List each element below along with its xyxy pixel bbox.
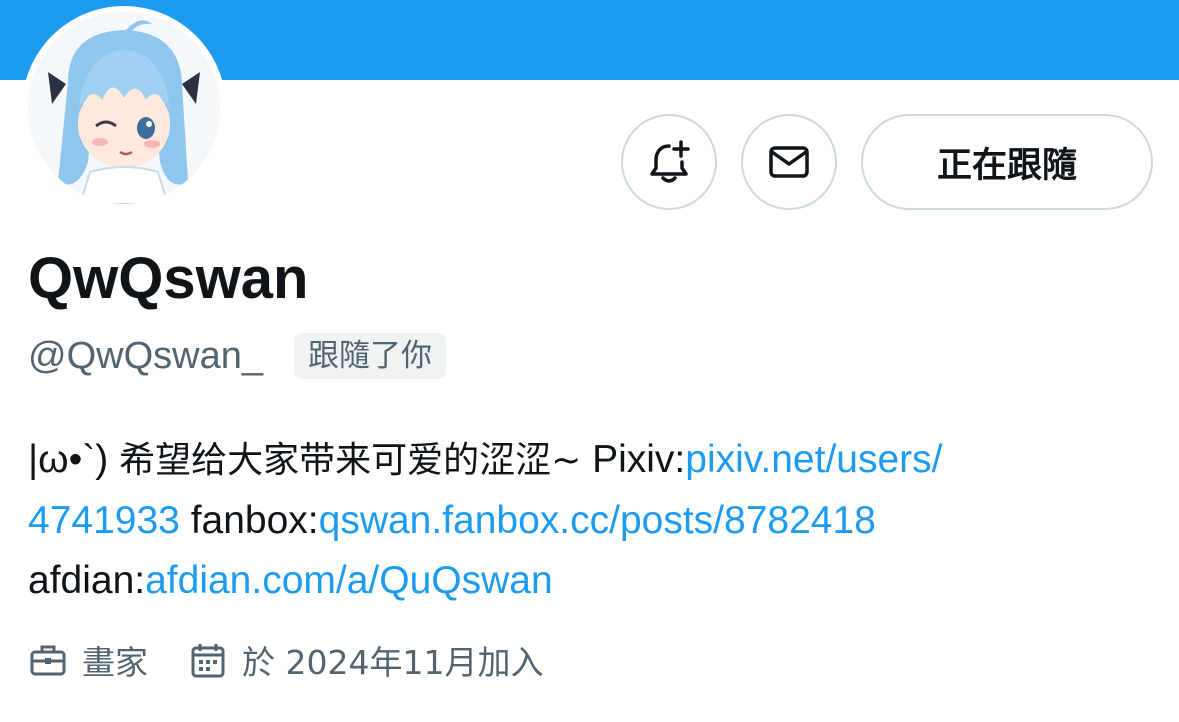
bio-emoticon: |ω•`) xyxy=(28,438,109,481)
briefcase-icon xyxy=(30,645,66,676)
profile-bio: |ω•`) 希望给大家带来可爱的涩涩~ Pixiv:pixiv.net/user… xyxy=(28,430,1158,611)
pixiv-label: Pixiv: xyxy=(592,438,686,481)
following-button[interactable]: 正在跟隨 xyxy=(861,114,1153,210)
follows-you-badge: 跟隨了你 xyxy=(293,333,446,379)
calendar-icon xyxy=(191,644,225,678)
profile-meta: 畫家 於 2024年11月加入 xyxy=(28,632,543,688)
fanbox-link[interactable]: qswan.fanbox.cc/posts/8782418 xyxy=(319,499,876,542)
bio-text: 希望给大家带来可爱的涩涩~ xyxy=(119,440,582,481)
profession-text: 畫家 xyxy=(82,643,148,682)
fanbox-label: fanbox: xyxy=(190,499,319,542)
notify-button[interactable] xyxy=(621,114,717,210)
user-handle: @QwQswan_ xyxy=(28,334,263,377)
joined-text: 於 2024年11月加入 xyxy=(242,643,544,682)
avatar-illustration xyxy=(28,12,220,204)
profession-item: 畫家 xyxy=(28,636,148,684)
envelope-icon xyxy=(769,146,809,178)
bell-plus-icon xyxy=(650,140,690,183)
display-name: QwQswan xyxy=(28,246,309,311)
avatar[interactable] xyxy=(28,12,220,204)
afdian-label: afdian: xyxy=(28,559,146,602)
handle-row: @QwQswan_ 跟隨了你 xyxy=(28,330,446,382)
pixiv-link-part2[interactable]: 4741933 xyxy=(28,499,180,542)
afdian-link[interactable]: afdian.com/a/QuQswan xyxy=(145,559,553,602)
message-button[interactable] xyxy=(741,114,837,210)
avatar-frame xyxy=(22,6,226,210)
joined-item: 於 2024年11月加入 xyxy=(188,636,543,684)
pixiv-link-part1[interactable]: pixiv.net/users/ xyxy=(685,438,942,481)
